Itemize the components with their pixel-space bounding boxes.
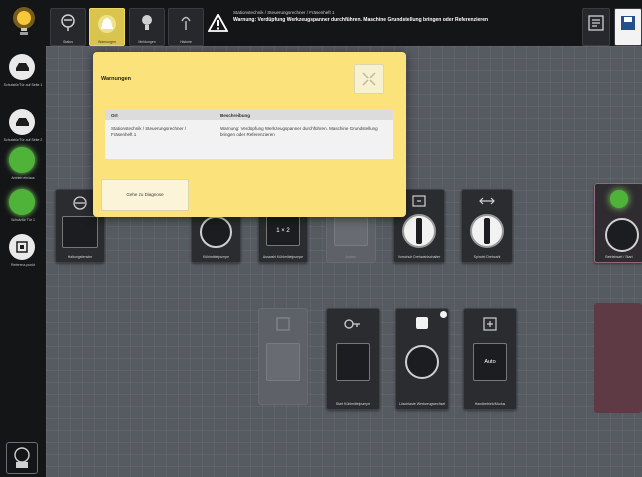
feed-rotary-switch[interactable] [402, 214, 436, 248]
switch-handle [416, 218, 422, 244]
sidebar-item-label: Schutztür/Tür auf Seite 1 [3, 83, 43, 87]
tile-red-zone [594, 303, 642, 413]
tile-label: Kühlmittelpumpe [202, 255, 230, 259]
disabled-icon [276, 317, 290, 331]
key-icon [344, 319, 360, 329]
sidebar-item-label: Schutztür Tür 1 [11, 218, 35, 222]
collapse-icon [362, 72, 376, 86]
sidebar-item-label: Referenz-punkt [11, 263, 35, 267]
mode-icon [483, 317, 497, 331]
tile-label: Handbetrieb/Modus [474, 402, 506, 406]
history-icon [181, 16, 191, 30]
status-button-label: Status [63, 40, 73, 44]
messages-button-label: Meldungen [138, 40, 156, 44]
tile-label: Autom. [345, 255, 357, 259]
holding-window-button[interactable] [62, 216, 98, 248]
sidebar-item-reference[interactable]: Referenz-punkt [0, 234, 46, 274]
keyboard-icon [588, 15, 604, 31]
warning-bell-icon [98, 15, 116, 33]
reference-icon [9, 234, 35, 260]
sidebar-item-safety-door[interactable]: Schutztür Tür 1 [0, 189, 46, 229]
column-header-description: Beschreibung [220, 113, 251, 118]
touch-panel-icon [14, 447, 30, 468]
sidebar-item-label: Schutztür/Tür auf Seite 2 [3, 138, 43, 142]
disabled-button[interactable] [266, 343, 300, 381]
lightbulb-icon [142, 15, 152, 30]
warning-triangle-icon [208, 14, 228, 32]
car-door-icon [9, 54, 35, 80]
touch-panel-button[interactable] [6, 442, 38, 474]
left-sidebar: Schutztür/Tür auf Seite 1 Schutztür/Tür … [0, 46, 46, 477]
cell-location: Stationstechnik / Steuerungsrechner / Fr… [111, 126, 187, 137]
dialog-close-button[interactable] [354, 64, 384, 94]
cell-description: Warnung: Verdüpfung Werkzeugspanner durc… [220, 126, 378, 137]
auto-button[interactable] [334, 216, 368, 246]
filter-icon [61, 14, 75, 31]
feed-icon [412, 195, 426, 207]
floppy-icon [621, 16, 635, 30]
top-bar: Status Warnungen Meldungen Historie Stat… [0, 0, 642, 46]
spindle-icon [479, 197, 495, 205]
tile-manual-mode: Auto Handbetrieb/Modus [463, 308, 517, 410]
tile-operating-mode: Betriebsart / Start [594, 183, 642, 263]
column-header-location: Ort [111, 113, 118, 118]
keyboard-button[interactable] [582, 8, 610, 46]
tile-label: Start Kühlmittelpumpe [335, 402, 371, 406]
tile-auto: Autom. [326, 209, 376, 263]
tile-coolant-selection: 1 × 2 Auswahl Kühlmittelpumpe [258, 209, 308, 263]
table-header: Ort Beschreibung [105, 110, 393, 120]
goto-diagnosis-button[interactable]: Gehe zu Diagnose [101, 179, 189, 211]
tile-label: Löschtaste Werkzeugwechsel [398, 402, 446, 406]
messages-button[interactable]: Meldungen [129, 8, 165, 46]
info-dot-icon [440, 311, 447, 318]
history-button-label: Historie [180, 40, 192, 44]
tool-change-button[interactable] [405, 345, 439, 379]
tile-label: Vorschub Drehwahlschalter [397, 255, 441, 259]
tile-coolant-pump: Kühlmittelpumpe [191, 209, 241, 263]
sidebar-item-label: Antrieb ein/aus [11, 176, 35, 180]
tile-tool-change: Löschtaste Werkzeugwechsel [395, 308, 449, 410]
tile-spindle-speed: Spindel Drehzahl [461, 189, 513, 263]
status-title: Stationstechnik / Steuerungsrechner / Fr… [233, 10, 335, 15]
auto-mode-button[interactable]: Auto [473, 343, 507, 381]
warnings-button-label: Warnungen [98, 40, 116, 44]
status-button[interactable]: Status [50, 8, 86, 46]
tile-label: Spindel Drehzahl [473, 255, 501, 259]
operating-mode-button[interactable] [605, 218, 639, 252]
tile-disabled-slot [258, 308, 308, 405]
warnings-dialog: Warnungen Ort Beschreibung Stationstechn… [93, 52, 406, 217]
tile-label: Haltungsfenster [67, 255, 93, 259]
status-message: Warnung: Verdüpfung Werkzeugspanner durc… [233, 17, 489, 23]
green-indicator-icon [9, 189, 35, 215]
coolant-selection-button[interactable]: 1 × 2 [266, 216, 300, 246]
tile-label: Betriebsart / Start [605, 255, 633, 259]
tile-start-coolant: Start Kühlmittelpumpe [326, 308, 380, 410]
sidebar-item-door-1[interactable]: Schutztür/Tür auf Seite 1 [0, 54, 46, 94]
start-coolant-button[interactable] [336, 343, 370, 381]
status-lamp-icon [13, 4, 35, 42]
tool-change-indicator-icon [416, 317, 428, 329]
green-indicator-icon [9, 147, 35, 173]
save-button[interactable] [614, 8, 642, 46]
history-button[interactable]: Historie [168, 8, 204, 46]
table-row[interactable]: Stationstechnik / Steuerungsrechner / Fr… [105, 120, 393, 159]
coolant-pump-button[interactable] [200, 216, 232, 248]
holding-icon [73, 196, 87, 210]
switch-handle [484, 218, 490, 244]
spindle-rotary-switch[interactable] [470, 214, 504, 248]
warnings-button[interactable]: Warnungen [89, 8, 125, 46]
car-door-icon [9, 109, 35, 135]
dialog-title: Warnungen [101, 76, 132, 82]
sidebar-item-door-2[interactable]: Schutztür/Tür auf Seite 2 [0, 109, 46, 149]
tile-label: Auswahl Kühlmittelpumpe [262, 255, 304, 259]
sidebar-item-drive[interactable]: Antrieb ein/aus [0, 147, 46, 187]
warnings-table: Ort Beschreibung Stationstechnik / Steue… [105, 110, 393, 159]
green-indicator-icon [610, 190, 628, 208]
